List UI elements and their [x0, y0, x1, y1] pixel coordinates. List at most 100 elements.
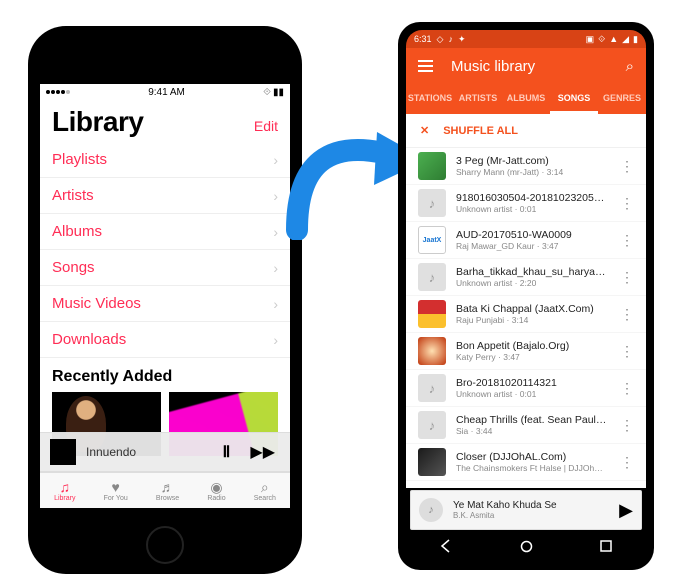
- tab-stations[interactable]: STATIONS: [406, 84, 454, 114]
- song-menu-button[interactable]: ⋮: [618, 343, 636, 360]
- menu-icon[interactable]: [418, 60, 433, 72]
- page-title: Library: [52, 106, 143, 138]
- song-info: Bon Appetit (Bajalo.Org)Katy Perry · 3:4…: [456, 340, 608, 362]
- song-art: [418, 300, 446, 328]
- library-icon: ♫: [60, 480, 71, 494]
- song-title: AUD-20170510-WA0009: [456, 229, 608, 241]
- song-row[interactable]: ♪ 918016030504-20181023205422Unknown arti…: [406, 185, 646, 222]
- chevron-right-icon: ›: [273, 188, 278, 204]
- song-menu-button[interactable]: ⋮: [618, 195, 636, 212]
- song-menu-button[interactable]: ⋮: [618, 306, 636, 323]
- bluetooth-icon: ⟐: [598, 34, 605, 45]
- edit-button[interactable]: Edit: [254, 118, 278, 134]
- song-info: 3 Peg (Mr-Jatt.com)Sharry Mann (mr-Jatt)…: [456, 155, 608, 177]
- menu-downloads[interactable]: Downloads›: [40, 322, 290, 358]
- song-art: ♪: [418, 263, 446, 291]
- tab-albums[interactable]: ALBUMS: [502, 84, 550, 114]
- menu-songs[interactable]: Songs›: [40, 250, 290, 286]
- chevron-right-icon: ›: [273, 332, 278, 348]
- app-title: Music library: [451, 58, 608, 75]
- chevron-right-icon: ›: [273, 260, 278, 276]
- shuffle-all-button[interactable]: ✕ SHUFFLE ALL: [406, 114, 646, 148]
- tab-search[interactable]: ⌕Search: [254, 480, 276, 502]
- song-art: ♪: [418, 189, 446, 217]
- song-menu-button[interactable]: ⋮: [618, 269, 636, 286]
- song-title: Bro-20181020114321: [456, 377, 608, 389]
- tab-genres[interactable]: GENRES: [598, 84, 646, 114]
- song-title: Barha_tikkad_khau_su_haryanvi_…: [456, 266, 608, 278]
- ios-status-bar: 9:41 AM ⟐ ▮▮: [40, 84, 290, 100]
- search-icon[interactable]: ⌕: [626, 58, 634, 75]
- ios-screen: 9:41 AM ⟐ ▮▮ Library Edit Playlists› Art…: [40, 84, 290, 508]
- play-button[interactable]: ▶: [619, 500, 633, 521]
- android-status-time: 6:31: [414, 34, 432, 44]
- android-song-list[interactable]: ✕ SHUFFLE ALL 3 Peg (Mr-Jatt.com)Sharry …: [406, 114, 646, 488]
- now-playing-artist: B.K. Asmita: [453, 511, 609, 520]
- android-frame: 6:31 ◇ ♪ ✦ ▣ ⟐ ▲ ◢ ▮ Music library ⌕ STA…: [398, 22, 654, 570]
- android-now-playing-bar[interactable]: ♪ Ye Mat Kaho Khuda Se B.K. Asmita ▶: [410, 490, 642, 530]
- song-artist: Raju Punjabi · 3:14: [456, 315, 608, 325]
- status-icon: ♪: [448, 34, 453, 44]
- chevron-right-icon: ›: [273, 152, 278, 168]
- song-art: ♪: [418, 411, 446, 439]
- menu-albums[interactable]: Albums›: [40, 214, 290, 250]
- song-menu-button[interactable]: ⋮: [618, 454, 636, 471]
- wifi-icon: ▲: [609, 34, 618, 44]
- heart-icon: ♥: [112, 480, 120, 494]
- menu-artists[interactable]: Artists›: [40, 178, 290, 214]
- song-row[interactable]: ♪ Barha_tikkad_khau_su_haryanvi_…Unknown …: [406, 259, 646, 296]
- song-row[interactable]: ♪Cheap Thrills (feat. Sean Paul) (Mp…Sia…: [406, 407, 646, 444]
- browse-icon: ♬: [161, 480, 175, 494]
- chevron-right-icon: ›: [273, 296, 278, 312]
- iphone-frame: 9:41 AM ⟐ ▮▮ Library Edit Playlists› Art…: [28, 26, 302, 574]
- recently-added-header: Recently Added: [40, 358, 290, 390]
- song-row[interactable]: Bata Ki Chappal (JaatX.Com)Raju Punjabi …: [406, 296, 646, 333]
- song-menu-button[interactable]: ⋮: [618, 380, 636, 397]
- menu-music-videos[interactable]: Music Videos›: [40, 286, 290, 322]
- song-info: Bro-20181020114321Unknown artist · 0:01: [456, 377, 608, 399]
- song-artist: Unknown artist · 0:01: [456, 204, 608, 214]
- song-info: Barha_tikkad_khau_su_haryanvi_…Unknown a…: [456, 266, 608, 288]
- song-artist: Unknown artist · 2:20: [456, 278, 608, 288]
- song-menu-button[interactable]: ⋮: [618, 158, 636, 175]
- android-nav-bar: [406, 530, 646, 562]
- now-playing-art: [50, 439, 76, 465]
- ios-header: Library Edit: [40, 100, 290, 142]
- tab-artists[interactable]: ARTISTS: [454, 84, 502, 114]
- next-button[interactable]: ▶▶: [245, 442, 280, 462]
- vibrate-icon: ▣: [586, 34, 595, 45]
- song-row[interactable]: ♪Bro-20181020114321Unknown artist · 0:01…: [406, 370, 646, 407]
- recents-button[interactable]: [598, 538, 614, 554]
- song-artist: Sharry Mann (mr-Jatt) · 3:14: [456, 167, 608, 177]
- song-row[interactable]: Closer (DJJOhAL.Com)The Chainsmokers Ft …: [406, 444, 646, 481]
- ios-status-time: 9:41 AM: [148, 87, 185, 98]
- now-playing-title: Ye Mat Kaho Khuda Se: [453, 500, 609, 511]
- song-row[interactable]: Bon Appetit (Bajalo.Org)Katy Perry · 3:4…: [406, 333, 646, 370]
- song-title: Cheap Thrills (feat. Sean Paul) (Mp…: [456, 414, 608, 426]
- song-title: 918016030504-20181023205422: [456, 192, 608, 204]
- back-button[interactable]: [438, 538, 454, 554]
- battery-icon: ▮▮: [273, 87, 284, 98]
- android-tabs: STATIONS ARTISTS ALBUMS SONGS GENRES: [406, 84, 646, 114]
- radio-icon: ◉: [210, 480, 222, 494]
- pause-button[interactable]: Ⅱ: [218, 442, 236, 462]
- bluetooth-icon: ⟐: [263, 87, 271, 98]
- ios-now-playing-bar[interactable]: Innuendo Ⅱ ▶▶: [40, 432, 290, 472]
- tab-radio[interactable]: ◉Radio: [207, 480, 225, 502]
- home-button[interactable]: [146, 526, 184, 564]
- tab-library[interactable]: ♫Library: [54, 480, 75, 502]
- menu-playlists[interactable]: Playlists›: [40, 142, 290, 178]
- song-info: Closer (DJJOhAL.Com)The Chainsmokers Ft …: [456, 451, 608, 473]
- tab-browse[interactable]: ♬Browse: [156, 480, 179, 502]
- song-artist: Raj Mawar_GD Kaur · 3:47: [456, 241, 608, 251]
- ios-status-right: ⟐ ▮▮: [263, 87, 284, 98]
- tab-songs[interactable]: SONGS: [550, 84, 598, 114]
- song-row[interactable]: JaatXAUD-20170510-WA0009Raj Mawar_GD Kau…: [406, 222, 646, 259]
- song-row[interactable]: 3 Peg (Mr-Jatt.com)Sharry Mann (mr-Jatt)…: [406, 148, 646, 185]
- song-title: Closer (DJJOhAL.Com): [456, 451, 608, 463]
- shuffle-icon: ✕: [420, 124, 429, 137]
- tab-for-you[interactable]: ♥For You: [104, 480, 128, 502]
- song-menu-button[interactable]: ⋮: [618, 232, 636, 249]
- song-menu-button[interactable]: ⋮: [618, 417, 636, 434]
- home-button[interactable]: [518, 538, 534, 554]
